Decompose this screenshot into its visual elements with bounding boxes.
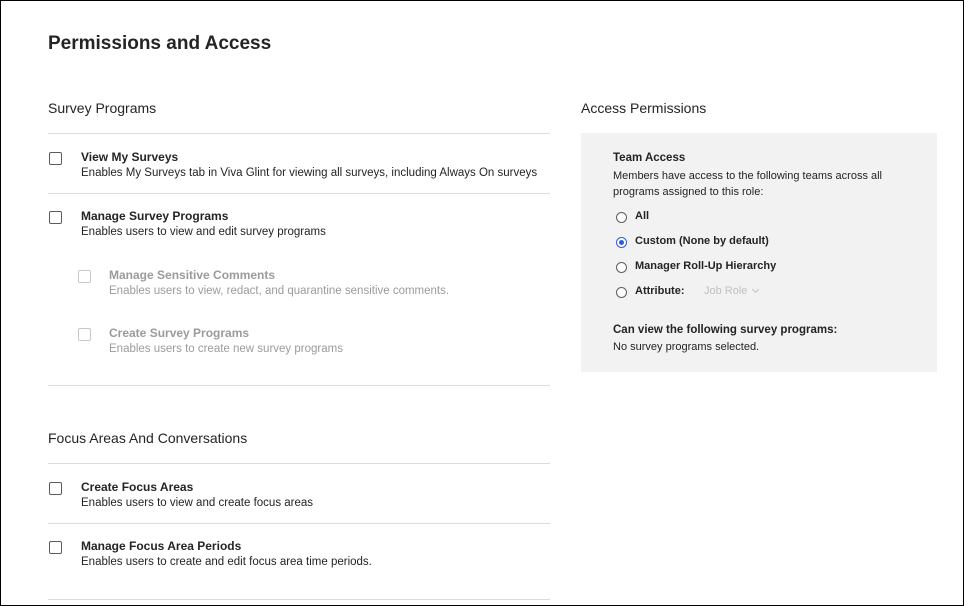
page-title: Permissions and Access (48, 33, 272, 54)
permission-label: Create Survey Programs (109, 326, 250, 340)
create-focus-areas-checkbox[interactable] (49, 482, 62, 495)
divider (48, 599, 550, 600)
divider (48, 133, 550, 134)
permission-label: Create Focus Areas (81, 480, 194, 494)
permission-description: Enables users to view, redact, and quara… (109, 285, 450, 297)
survey-programs-section-title: Survey Programs (48, 100, 157, 116)
divider (48, 523, 550, 524)
permission-label: Manage Sensitive Comments (109, 268, 276, 282)
view-my-surveys-checkbox[interactable] (49, 152, 62, 165)
permission-description: Enables My Surveys tab in Viva Glint for… (81, 167, 538, 179)
radio-button[interactable] (616, 287, 627, 298)
radio-label: All (635, 210, 650, 222)
survey-programs-view-value: No survey programs selected. (613, 341, 760, 353)
permissions-page: Permissions and Access Survey Programs V… (0, 0, 964, 606)
permission-description: Enables users to create and edit focus a… (81, 556, 372, 568)
team-access-heading: Team Access (613, 152, 686, 164)
radio-label: Manager Roll-Up Hierarchy (635, 260, 777, 272)
permission-label: Manage Focus Area Periods (81, 539, 242, 553)
radio-label: Attribute: (635, 285, 685, 297)
attribute-select-value: Job Role (704, 285, 748, 297)
radio-button-selected[interactable] (616, 237, 627, 248)
permission-description: Enables users to view and create focus a… (81, 497, 314, 509)
create-survey-programs-checkbox[interactable] (78, 328, 91, 341)
radio-button[interactable] (616, 212, 627, 223)
focus-areas-section-title: Focus Areas And Conversations (48, 430, 248, 446)
team-access-description: Members have access to the following tea… (613, 170, 883, 198)
radio-button[interactable] (616, 262, 627, 273)
permission-description: Enables users to view and edit survey pr… (81, 226, 326, 238)
access-permissions-title: Access Permissions (581, 100, 707, 116)
manage-sensitive-comments-checkbox[interactable] (78, 270, 91, 283)
radio-label: Custom (None by default) (635, 235, 769, 247)
manage-focus-area-periods-checkbox[interactable] (49, 541, 62, 554)
attribute-select[interactable]: Job Role (704, 285, 760, 297)
survey-programs-view-heading: Can view the following survey programs: (613, 324, 838, 336)
access-permissions-panel: Team Access Members have access to the f… (581, 133, 937, 372)
manage-survey-programs-checkbox[interactable] (49, 211, 62, 224)
permission-label: View My Surveys (81, 150, 179, 164)
divider (48, 193, 550, 194)
divider (48, 385, 550, 386)
chevron-down-icon (752, 285, 760, 294)
divider (48, 463, 550, 464)
permission-description: Enables users to create new survey progr… (109, 343, 343, 355)
permission-label: Manage Survey Programs (81, 209, 229, 223)
